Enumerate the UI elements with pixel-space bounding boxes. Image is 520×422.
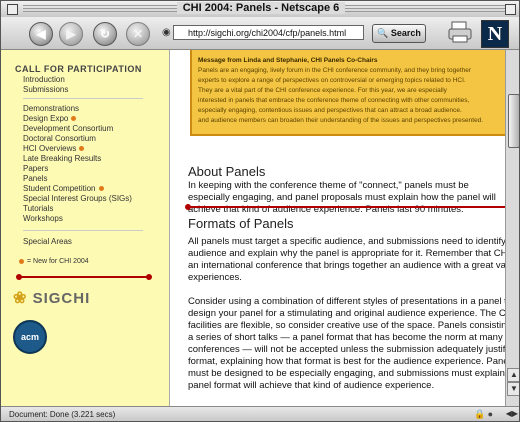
new-legend: = New for CHI 2004 [19,258,89,265]
sidebar-item-label: Design Expo [23,114,69,123]
sidebar-divider [23,98,143,99]
paragraph-line: conferences — will not be accepted unles… [188,344,506,355]
stop-icon: ✕ [132,27,144,41]
paragraph-line: must be designed to be especially engagi… [188,368,506,379]
vertical-scrollbar[interactable]: ▲ ▼ [505,50,519,406]
stop-button[interactable]: ✕ [126,22,150,46]
browser-window: CHI 2004: Panels - Netscape 6 ◀ ▶ ↻ ✕ ◉ … [0,0,520,422]
page-proxy-icon[interactable]: ◉ [162,25,173,40]
formats-heading: Formats of Panels [188,216,294,231]
sidebar-item-student-competition[interactable]: Student Competition [23,184,104,194]
url-field[interactable]: http://sigchi.org/chi2004/cfp/panels.htm… [173,25,364,40]
reload-icon: ↻ [99,27,111,41]
chairs-message-line: and audience members can broaden their u… [198,117,484,124]
page-content: Message from Linda and Stephanie, CHI Pa… [169,50,506,406]
status-bar: Document: Done (3.221 secs) 🔒● ◀▶ [1,406,519,421]
sidebar-title: Call for Participation [15,64,142,74]
back-arrow-icon: ◀ [36,27,46,41]
new-bullet-icon [19,258,24,264]
paragraph-line: a series of short talks — a panel format… [188,332,503,343]
sidebar-item-label: HCI Overviews [23,144,77,153]
paragraph-line: an international conference that brings … [188,260,506,271]
about-panels-paragraph: In keeping with the conference theme of … [188,180,506,216]
formats-paragraph: All panels must target a specific audien… [188,236,506,284]
forward-arrow-icon: ▶ [66,27,76,41]
sidebar-red-rule [16,274,152,280]
forward-button[interactable]: ▶ [59,22,83,46]
sigchi-logo[interactable]: ❀ SIGCHI [13,288,90,308]
sidebar-item-label: Student Competition [23,184,96,193]
scroll-right-arrow-icon[interactable]: ▶ [512,409,518,418]
scroll-up-arrow-icon[interactable]: ▲ [507,368,519,382]
horizontal-scroll-arrows[interactable]: ◀▶ [506,409,518,418]
sidebar-item-special-areas[interactable]: Special Areas [23,237,72,247]
back-button[interactable]: ◀ [29,22,53,46]
new-bullet-icon [79,146,85,152]
new-bullet-icon [98,186,104,192]
sidebar-item-tutorials[interactable]: Tutorials [23,204,53,214]
sigchi-figure-icon: ❀ [13,290,28,307]
online-status-icon[interactable]: ● [488,409,495,419]
sidebar-item-doctoral-consortium[interactable]: Doctoral Consortium [23,134,96,144]
paragraph-line: experiences. [188,272,242,283]
chairs-message-line: Panels are an engaging, lively forum in … [198,67,472,74]
scrollbar-thumb[interactable] [508,94,519,148]
netscape-logo-icon[interactable]: N [481,20,509,48]
print-icon[interactable] [447,19,473,45]
search-button[interactable]: 🔍 Search [372,24,426,43]
acm-logo-text: acm [20,332,39,342]
search-icon: 🔍 [377,28,389,38]
sidebar-item-late-breaking-results[interactable]: Late Breaking Results [23,154,101,164]
zoom-box[interactable] [505,4,516,15]
window-title: CHI 2004: Panels - Netscape 6 [176,2,346,14]
sigchi-logo-text: SIGCHI [32,290,91,307]
status-icons: 🔒● [474,409,495,420]
consider-paragraph: Consider using a combination of differen… [188,296,506,392]
paragraph-line: All panels must target a specific audien… [188,236,506,247]
chairs-message-line: interested in panels that embrace the co… [198,97,470,104]
sidebar-item-design-expo[interactable]: Design Expo [23,114,77,124]
sidebar-item-demonstrations[interactable]: Demonstrations [23,104,79,114]
sidebar-item-panels[interactable]: Panels [23,174,47,184]
sidebar-item-papers[interactable]: Papers [23,164,48,174]
paragraph-line: panel format will achieve that kind of a… [188,380,435,391]
scroll-down-arrow-icon[interactable]: ▼ [507,382,519,396]
paragraph-line: audience and explain why the panel is ap… [188,248,506,259]
chairs-message-line: They are a vital part of the CHI confere… [198,87,447,94]
sidebar-item-development-consortium[interactable]: Development Consortium [23,124,113,134]
sidebar-item-submissions[interactable]: Submissions [23,85,68,95]
reload-button[interactable]: ↻ [93,22,117,46]
search-button-label: Search [390,28,421,38]
chairs-message-line: especially engaging, contentious issues … [198,107,462,114]
navigation-toolbar: ◀ ▶ ↻ ✕ ◉ http://sigchi.org/chi2004/cfp/… [1,17,519,50]
section-divider [185,204,506,210]
paragraph-line: facilities are flexible, so consider cre… [188,320,506,331]
title-bar[interactable]: CHI 2004: Panels - Netscape 6 [1,1,519,18]
paragraph-line: format, explaining how that format is be… [188,356,506,367]
new-legend-text: = New for CHI 2004 [27,258,89,265]
chairs-message-box: Message from Linda and Stephanie, CHI Pa… [190,50,506,136]
paragraph-line: especially engaging, and panel proposals… [188,192,496,203]
about-panels-heading: About Panels [188,164,266,179]
sidebar-item-sigs[interactable]: Special Interest Groups (SIGs) [23,194,132,204]
acm-logo[interactable]: acm [13,320,47,354]
sidebar-divider [23,230,143,231]
paragraph-line: design your panel for a stimulating and … [188,308,506,319]
sidebar-item-workshops[interactable]: Workshops [23,214,63,224]
paragraph-line: In keeping with the conference theme of … [188,180,469,191]
status-text: Document: Done (3.221 secs) [9,410,116,419]
sidebar: Call for Participation Introduction Subm… [1,50,169,406]
sidebar-item-hci-overviews[interactable]: HCI Overviews [23,144,85,154]
paragraph-line: Consider using a combination of differen… [188,296,506,307]
security-lock-icon[interactable]: 🔒 [474,409,487,419]
new-bullet-icon [71,116,77,122]
chairs-message-line: experts to explore a range of perspectiv… [198,77,466,84]
chairs-message-heading: Message from Linda and Stephanie, CHI Pa… [198,57,378,64]
sidebar-item-introduction[interactable]: Introduction [23,75,65,85]
